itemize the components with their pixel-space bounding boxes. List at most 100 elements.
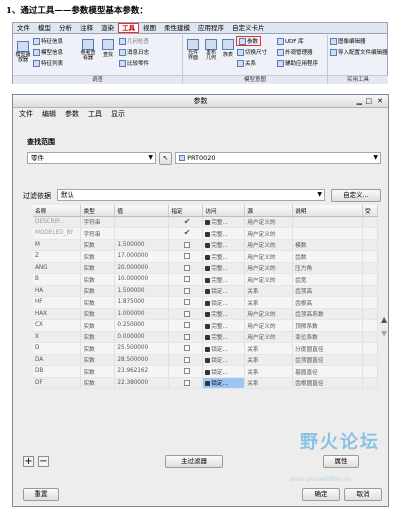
reset-button[interactable]: 重置 bbox=[23, 488, 59, 501]
cell-access[interactable]: 完整... bbox=[202, 308, 246, 320]
cell-type[interactable]: 实数 bbox=[80, 285, 116, 297]
designated-checkbox[interactable] bbox=[183, 356, 190, 363]
designated-checkbox-checked[interactable]: ✔ bbox=[184, 217, 191, 225]
compare-part-tool[interactable]: 比较零件 bbox=[119, 59, 149, 67]
cell-description[interactable]: 顶隙系数 bbox=[292, 319, 363, 332]
cell-type[interactable]: 实数 bbox=[80, 296, 116, 309]
cell-value[interactable]: 0.000000 bbox=[114, 331, 170, 343]
cell-type[interactable]: 字符串 bbox=[80, 227, 116, 240]
cell-source[interactable]: 用户定义的 bbox=[244, 331, 294, 343]
cell-designated[interactable] bbox=[168, 296, 204, 309]
cell-description[interactable]: 齿宽 bbox=[292, 273, 363, 286]
designated-checkbox[interactable] bbox=[183, 253, 190, 259]
cell-access[interactable]: 锁定... bbox=[202, 285, 246, 297]
table-row[interactable]: ANG 实数 20.000000 完整... 用户定义的 压力角 bbox=[33, 262, 379, 274]
designated-checkbox[interactable] bbox=[183, 333, 190, 340]
feature-info-tool[interactable]: 特征信息 bbox=[33, 37, 63, 45]
cell-type[interactable]: 实数 bbox=[80, 331, 116, 343]
import-profile-editor-tool[interactable]: 导入配置文件编辑器 bbox=[330, 48, 388, 56]
cell-designated[interactable]: ✔ bbox=[168, 227, 204, 240]
col-name[interactable]: 名称 bbox=[33, 205, 82, 217]
model-info-tool[interactable]: 模型信息 bbox=[33, 48, 63, 56]
cell-value[interactable]: 1.500000 bbox=[114, 239, 170, 251]
cell-source[interactable]: 关系 bbox=[244, 342, 294, 355]
menu-parameters[interactable]: 参数 bbox=[65, 108, 79, 121]
cell-name[interactable]: DB bbox=[33, 365, 82, 378]
cell-value[interactable]: 1.500000 bbox=[114, 285, 170, 297]
cell-designated[interactable] bbox=[168, 273, 204, 286]
designated-checkbox[interactable] bbox=[183, 379, 190, 386]
cell-name[interactable]: HA bbox=[33, 285, 82, 297]
ok-button[interactable]: 确定 bbox=[302, 488, 340, 501]
tab-applications[interactable]: 应用程序 bbox=[194, 23, 228, 33]
table-row[interactable]: M 实数 1.500000 完整... 用户定义的 模数 bbox=[33, 239, 379, 251]
designated-checkbox-checked[interactable]: ✔ bbox=[184, 229, 191, 237]
cell-access[interactable]: 完整... bbox=[202, 331, 246, 343]
appearance-manager-tool[interactable]: 外观管理器 bbox=[277, 48, 313, 56]
cell-name[interactable]: DESCRIP... bbox=[33, 216, 82, 228]
cell-designated[interactable] bbox=[168, 250, 204, 263]
cell-name[interactable]: HAX bbox=[33, 308, 82, 320]
designated-checkbox[interactable] bbox=[183, 287, 190, 294]
family-table-tool[interactable]: 族表 bbox=[221, 39, 235, 58]
col-type[interactable]: 类型 bbox=[80, 205, 116, 217]
cell-value[interactable]: 25.500000 bbox=[114, 342, 170, 355]
cell-designated[interactable] bbox=[168, 377, 204, 389]
cell-name[interactable]: B bbox=[33, 273, 82, 286]
find-tool[interactable]: 查找 bbox=[101, 39, 115, 58]
cell-type[interactable]: 字符串 bbox=[80, 216, 116, 228]
cell-designated[interactable] bbox=[168, 285, 204, 297]
image-editor-tool[interactable]: 图像编辑器 bbox=[330, 37, 366, 45]
cell-value[interactable]: 20.000000 bbox=[114, 262, 170, 274]
cell-access[interactable]: 锁定... bbox=[202, 342, 246, 355]
cell-name[interactable]: DA bbox=[33, 354, 82, 366]
move-up-icon[interactable]: ▲ bbox=[381, 315, 387, 324]
designated-checkbox[interactable] bbox=[183, 322, 190, 328]
cell-name[interactable]: MODELED_BY bbox=[33, 227, 82, 240]
cell-name[interactable]: Z bbox=[33, 250, 82, 263]
cell-description[interactable] bbox=[292, 227, 363, 240]
col-designated[interactable]: 指定 bbox=[168, 205, 204, 217]
table-row[interactable]: DF 实数 22.380000 锁定... 关系 齿根圆直径 bbox=[33, 377, 379, 389]
close-icon[interactable]: ✕ bbox=[377, 95, 383, 108]
cell-source[interactable]: 用户定义的 bbox=[244, 273, 294, 286]
cancel-button[interactable]: 取消 bbox=[344, 488, 382, 501]
cell-source[interactable]: 关系 bbox=[244, 296, 294, 309]
cell-type[interactable]: 实数 bbox=[80, 250, 116, 263]
cell-type[interactable]: 实数 bbox=[80, 365, 116, 378]
cell-name[interactable]: HF bbox=[33, 296, 82, 309]
table-row[interactable]: DA 实数 28.500000 锁定... 关系 齿顶圆直径 bbox=[33, 354, 379, 366]
cell-source[interactable]: 用户定义的 bbox=[244, 216, 294, 228]
maximize-icon[interactable]: □ bbox=[365, 95, 372, 108]
cell-description[interactable]: 压力角 bbox=[292, 262, 363, 274]
cell-description[interactable] bbox=[292, 216, 363, 228]
cell-type[interactable]: 实数 bbox=[80, 377, 116, 389]
model-player-tool[interactable]: 模型播放器 bbox=[15, 41, 31, 63]
menu-edit[interactable]: 编辑 bbox=[42, 108, 56, 121]
col-value[interactable]: 值 bbox=[114, 205, 170, 217]
select-pointer-button[interactable]: ↖ bbox=[159, 152, 172, 165]
cell-description[interactable]: 齿顶高 bbox=[292, 285, 363, 297]
tab-tools[interactable]: 工具 bbox=[118, 23, 139, 33]
tab-analysis[interactable]: 分析 bbox=[55, 23, 76, 33]
table-row[interactable]: MODELED_BY 字符串 ✔ 完整... 用户定义的 bbox=[33, 227, 379, 240]
udf-library-tool[interactable]: UDF 库 bbox=[277, 37, 304, 45]
relations-tool[interactable]: 关系 bbox=[237, 59, 256, 67]
cell-access[interactable]: 完整... bbox=[202, 216, 246, 228]
cell-type[interactable]: 实数 bbox=[80, 342, 116, 355]
main-filter-button[interactable]: 主过滤器 bbox=[165, 455, 223, 468]
cell-value[interactable]: 23.962162 bbox=[114, 365, 170, 378]
feature-list-tool[interactable]: 特征列表 bbox=[33, 59, 63, 67]
cell-access[interactable]: 锁定... bbox=[202, 365, 246, 378]
tab-model[interactable]: 模型 bbox=[34, 23, 55, 33]
tab-render[interactable]: 渲染 bbox=[97, 23, 118, 33]
cell-source[interactable]: 用户定义的 bbox=[244, 250, 294, 263]
cell-description[interactable]: 齿根圆直径 bbox=[292, 377, 363, 389]
col-description[interactable]: 说明 bbox=[292, 205, 363, 217]
filter-select[interactable]: 默认 ▼ bbox=[57, 189, 325, 201]
cell-access[interactable]: 完整... bbox=[202, 227, 246, 240]
cell-name[interactable]: CX bbox=[33, 319, 82, 332]
cell-designated[interactable] bbox=[168, 262, 204, 274]
add-parameter-button[interactable]: + bbox=[23, 456, 34, 467]
cell-value[interactable]: 10.000000 bbox=[114, 273, 170, 286]
